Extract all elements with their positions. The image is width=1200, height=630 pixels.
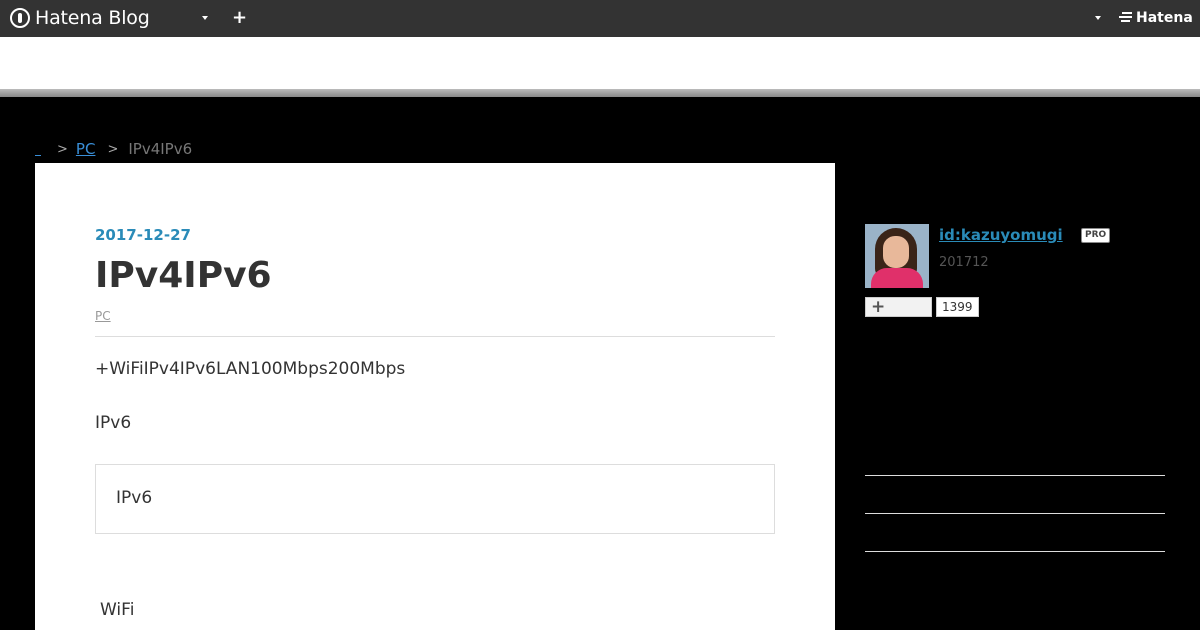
- breadcrumb-separator: >: [107, 141, 119, 157]
- breadcrumb-separator: >: [57, 141, 68, 157]
- quote-text: IPv6: [116, 488, 153, 508]
- hatena-brand-link[interactable]: Hatena: [1118, 10, 1193, 26]
- breadcrumb-category-link[interactable]: PC: [76, 140, 100, 158]
- top-bar: Hatena Blog + Hatena: [0, 0, 1200, 37]
- sidebar-divider: [865, 513, 1165, 514]
- article-paragraph: IPv6: [95, 413, 132, 433]
- avatar-shirt: [871, 268, 923, 288]
- article-title[interactable]: IPv4IPv6: [95, 255, 272, 296]
- follower-count[interactable]: 1399: [936, 297, 979, 317]
- article-divider: [95, 336, 775, 337]
- article-date[interactable]: 2017-12-27: [95, 226, 191, 244]
- sidebar-divider: [865, 551, 1165, 552]
- breadcrumb: > PC > IPv4IPv6: [35, 140, 192, 158]
- breadcrumb-home-link[interactable]: [35, 142, 41, 156]
- add-post-button[interactable]: +: [232, 9, 247, 27]
- breadcrumb-current: IPv4IPv6: [128, 140, 193, 158]
- follow-button[interactable]: +: [865, 297, 932, 317]
- hatena-brand-icon: [1118, 11, 1133, 25]
- account-menu-dropdown-icon[interactable]: [1095, 16, 1101, 20]
- blog-header: [0, 37, 1200, 90]
- avatar-face: [883, 236, 909, 268]
- hatena-logo-icon: [10, 8, 30, 28]
- header-divider: [0, 89, 1200, 97]
- article-paragraph: WiFi: [100, 600, 135, 620]
- profile-avatar[interactable]: [865, 224, 929, 288]
- hatena-brand-text: Hatena: [1136, 10, 1193, 26]
- pro-badge: PRO: [1081, 228, 1111, 243]
- article-quote-box: IPv6: [95, 464, 775, 534]
- plus-icon: +: [871, 297, 886, 317]
- hatena-blog-logo[interactable]: Hatena Blog: [10, 7, 150, 29]
- blog-menu-dropdown-icon[interactable]: [202, 16, 208, 20]
- sidebar-divider: [865, 475, 1165, 476]
- profile-since: 201712: [939, 255, 989, 270]
- profile-username-link[interactable]: id:kazuyomugi: [939, 226, 1063, 244]
- article-category-link[interactable]: PC: [95, 309, 111, 323]
- article-card: 2017-12-27 IPv4IPv6 PC +WiFiIPv4IPv6LAN1…: [35, 163, 835, 630]
- logo-text: Hatena Blog: [35, 7, 150, 29]
- article-paragraph: +WiFiIPv4IPv6LAN100Mbps200Mbps: [95, 359, 406, 379]
